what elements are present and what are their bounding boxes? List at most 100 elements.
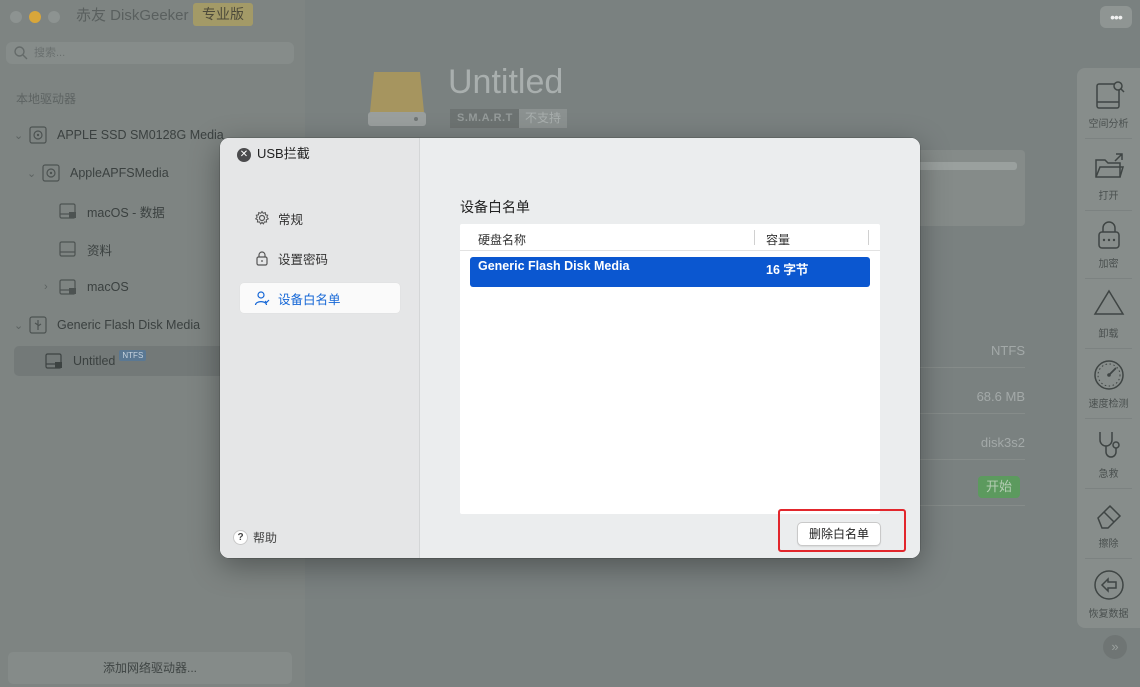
tree-item-macos[interactable]: › macOS — [44, 272, 129, 302]
usage-bar — [919, 162, 1017, 170]
nav-item-device-whitelist[interactable]: 设备白名单 — [240, 283, 400, 313]
lock-icon — [1097, 221, 1120, 249]
nav-item-label: 设备白名单 — [278, 292, 341, 307]
window-close-button[interactable] — [10, 11, 22, 23]
column-divider — [868, 230, 869, 245]
column-header-capacity[interactable]: 容量 — [766, 231, 790, 248]
toolbar-encrypt[interactable]: 加密 — [1077, 218, 1140, 270]
close-button[interactable]: ✕ — [237, 148, 251, 162]
whitelist-heading: 设备白名单 — [460, 199, 530, 215]
tree-item-data[interactable]: 资料 — [44, 234, 112, 264]
tree-item-apfs-media[interactable]: ⌄ AppleAPFSMedia — [27, 158, 169, 188]
nav-item-set-password[interactable]: 设置密码 — [240, 243, 400, 273]
dialog-title: USB拦截 — [257, 146, 310, 161]
space-analysis-icon — [1095, 81, 1125, 109]
divider — [1085, 138, 1132, 139]
add-network-drive-button[interactable]: 添加网络驱动器... — [8, 652, 292, 684]
toolbar-label: 加密 — [1098, 259, 1119, 270]
collapse-toolbar-button[interactable]: » — [1103, 635, 1127, 659]
toolbar-label: 空间分析 — [1088, 119, 1129, 130]
row-disk-name: Generic Flash Disk Media — [478, 259, 630, 273]
dialog-content: 设备白名单 硬盘名称 容量 Generic Flash Disk Media 1… — [420, 138, 920, 558]
dialog-sidebar: ✕ USB拦截 常规 设置密码 设备白名单 ? 帮助 — [220, 138, 420, 558]
table-row[interactable]: Generic Flash Disk Media 16 字节 — [470, 257, 870, 287]
nav-item-label: 设置密码 — [278, 252, 329, 267]
divider — [919, 367, 1025, 368]
disk-icon — [29, 126, 47, 144]
toolbar-label: 急救 — [1098, 469, 1119, 480]
toolbar-erase[interactable]: 擦除 — [1077, 498, 1140, 550]
tree-item-apple-ssd[interactable]: ⌄ APPLE SSD SM0128G Media — [14, 120, 224, 150]
chevron-right-icon[interactable]: › — [44, 281, 58, 293]
restore-icon — [1093, 570, 1124, 600]
help-label: 帮助 — [253, 531, 278, 545]
whitelist-table: 硬盘名称 容量 Generic Flash Disk Media 16 字节 — [460, 224, 880, 514]
toolbar-label: 速度检测 — [1088, 399, 1129, 410]
tree-item-label: APPLE SSD SM0128G Media — [57, 128, 224, 142]
device-id-value: disk3s2 — [980, 435, 1025, 450]
help-button[interactable]: ? 帮助 — [233, 529, 277, 546]
tree-item-label: 资料 — [87, 243, 113, 258]
nav-item-general[interactable]: 常规 — [240, 203, 400, 233]
section-label-local-drives: 本地驱动器 — [16, 92, 77, 106]
chevron-down-icon[interactable]: ⌄ — [27, 167, 41, 180]
divider — [919, 413, 1025, 414]
volume-icon — [59, 241, 76, 257]
volume-locked-icon — [59, 203, 76, 219]
search-placeholder: 搜索... — [34, 47, 66, 59]
tree-item-label: Generic Flash Disk Media — [57, 318, 201, 332]
divider — [1085, 558, 1132, 559]
tree-item-label: Untitled — [73, 354, 116, 368]
toolbar-first-aid[interactable]: 急救 — [1077, 428, 1140, 480]
volume-locked-icon — [59, 279, 76, 295]
tree-item-label: macOS — [87, 280, 129, 294]
disk-icon — [42, 164, 60, 182]
divider — [1085, 488, 1132, 489]
capacity-value: 68.6 MB — [976, 389, 1025, 404]
column-divider — [754, 230, 755, 245]
window-minimize-button[interactable] — [29, 11, 41, 23]
folder-open-icon — [1094, 153, 1124, 178]
toolbar-open[interactable]: 打开 — [1077, 150, 1140, 202]
eraser-icon — [1096, 504, 1121, 529]
toolbar-label: 打开 — [1098, 191, 1119, 202]
toolbar-speed-test[interactable]: 速度检测 — [1077, 358, 1140, 410]
app-title: 赤友 DiskGeeker — [76, 7, 189, 24]
toolbar-space-analysis[interactable]: 空间分析 — [1077, 78, 1140, 130]
usb-block-dialog: ✕ USB拦截 常规 设置密码 设备白名单 ? 帮助 设备白名单 硬盘名称 容量 — [220, 138, 920, 558]
divider — [1085, 210, 1132, 211]
toolbar-label: 恢复数据 — [1088, 609, 1129, 620]
smart-status-badge: 不支持 — [519, 109, 568, 128]
smart-label: S.M.A.R.T — [450, 109, 520, 128]
edition-badge: 专业版 — [193, 3, 253, 26]
highlight-annotation — [778, 509, 906, 552]
toolbar-eject[interactable]: 卸载 — [1077, 288, 1140, 340]
chevron-down-icon[interactable]: ⌄ — [14, 319, 28, 332]
lock-icon — [256, 251, 268, 266]
gear-icon — [254, 210, 270, 225]
divider — [1085, 278, 1132, 279]
divider — [919, 505, 1025, 506]
table-header: 硬盘名称 容量 — [460, 224, 880, 251]
divider — [1085, 348, 1132, 349]
search-input[interactable]: 搜索... — [6, 42, 294, 64]
volume-icon — [45, 353, 62, 369]
disk-title: Untitled — [448, 63, 564, 101]
start-button[interactable]: 开始 — [978, 476, 1020, 498]
toolbar-label: 卸载 — [1098, 329, 1119, 340]
column-header-disk-name[interactable]: 硬盘名称 — [478, 231, 526, 248]
right-toolbar: 空间分析 打开 加密 卸载 速度检测 急救 擦除 恢复数据 — [1077, 68, 1140, 628]
eject-icon — [1093, 289, 1124, 315]
divider — [1085, 418, 1132, 419]
tree-item-macos-data[interactable]: macOS - 数据 — [44, 196, 165, 226]
window-maximize-button[interactable] — [48, 11, 60, 23]
stethoscope-icon — [1098, 432, 1120, 458]
more-options-button[interactable]: ••• — [1100, 6, 1132, 28]
row-capacity: 16 字节 — [766, 263, 809, 277]
chevron-down-icon[interactable]: ⌄ — [14, 129, 28, 142]
divider — [919, 459, 1025, 460]
toolbar-label: 擦除 — [1098, 539, 1119, 550]
usage-panel — [919, 150, 1025, 226]
tree-item-generic-flash[interactable]: ⌄ Generic Flash Disk Media — [14, 310, 200, 340]
toolbar-recover[interactable]: 恢复数据 — [1077, 568, 1140, 620]
